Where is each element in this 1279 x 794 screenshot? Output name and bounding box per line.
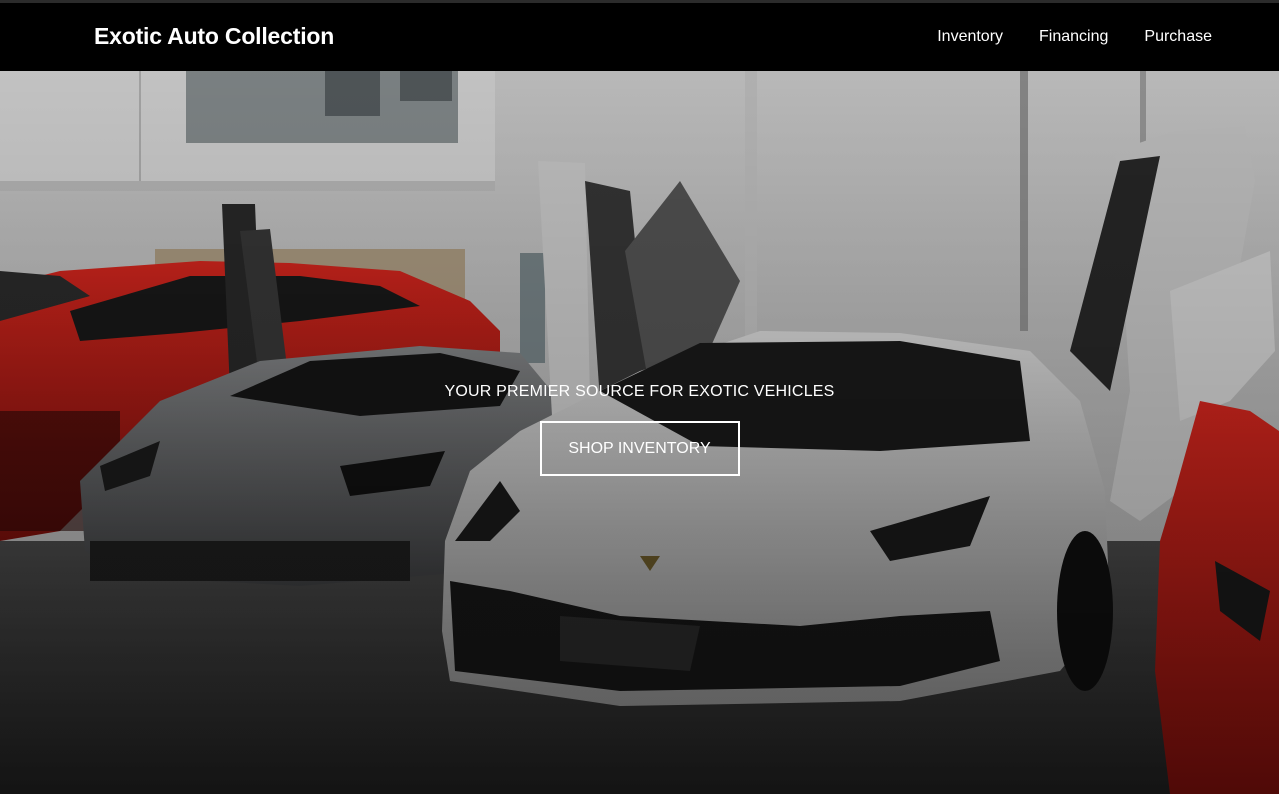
hero-content: YOUR PREMIER SOURCE FOR EXOTIC VEHICLES …: [0, 383, 1279, 476]
hero-section: YOUR PREMIER SOURCE FOR EXOTIC VEHICLES …: [0, 71, 1279, 794]
shop-inventory-button[interactable]: SHOP INVENTORY: [539, 421, 740, 476]
hero-tagline: YOUR PREMIER SOURCE FOR EXOTIC VEHICLES: [444, 383, 835, 400]
brand-logo-link[interactable]: Exotic Auto Collection: [94, 23, 334, 50]
main-nav: Inventory Financing Purchase: [937, 28, 1212, 46]
nav-link-inventory[interactable]: Inventory: [937, 28, 1003, 46]
nav-link-financing[interactable]: Financing: [1039, 28, 1108, 46]
page: Exotic Auto Collection Inventory Financi…: [0, 0, 1279, 794]
nav-link-purchase[interactable]: Purchase: [1144, 28, 1212, 46]
site-header: Exotic Auto Collection Inventory Financi…: [0, 3, 1279, 71]
